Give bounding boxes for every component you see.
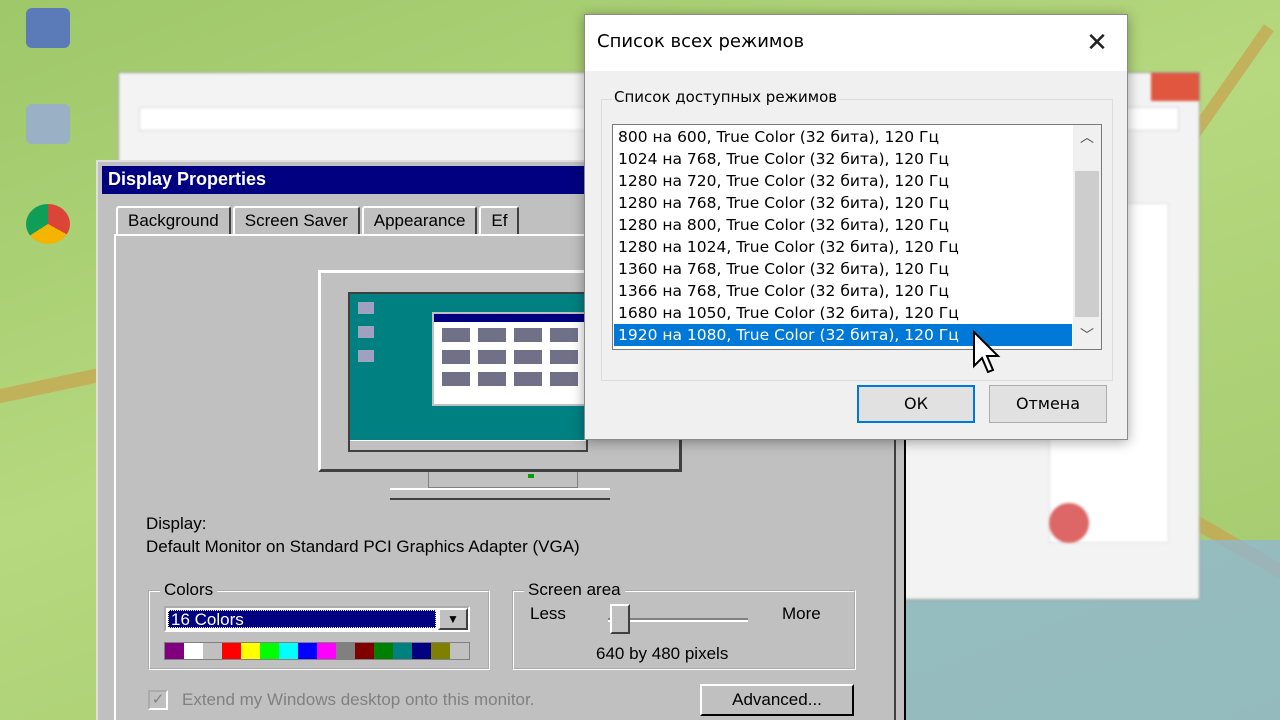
display-value: Default Monitor on Standard PCI Graphics… (146, 537, 580, 556)
tab-effects[interactable]: Ef (479, 206, 520, 234)
screen-area-value: 640 by 480 pixels (596, 644, 729, 663)
mode-list-item[interactable]: 1280 на 800, True Color (32 бита), 120 Г… (614, 214, 1072, 236)
extend-desktop-label: Extend my Windows desktop onto this moni… (182, 690, 535, 709)
dialog-title: Список всех режимов (597, 31, 805, 52)
monitor-power-led (528, 474, 534, 478)
palette-swatch (431, 643, 450, 659)
mode-list-item[interactable]: 1280 на 768, True Color (32 бита), 120 Г… (614, 192, 1072, 214)
cancel-button[interactable]: Отмена (989, 385, 1107, 423)
palette-swatch (165, 643, 184, 659)
scroll-down-icon[interactable]: ﹀ (1073, 325, 1101, 347)
chrome-icon (26, 204, 70, 244)
screen-area-group-label: Screen area (524, 580, 625, 600)
tab-strip: Background Screen Saver Appearance Ef (116, 206, 521, 236)
mode-list-item[interactable]: 800 на 600, True Color (32 бита), 120 Гц (614, 126, 1072, 148)
mode-list-item[interactable]: 1280 на 720, True Color (32 бита), 120 Г… (614, 170, 1072, 192)
mini-desktop-icon (358, 350, 374, 362)
palette-swatch (450, 643, 469, 659)
desktop-icon-chrome[interactable] (8, 204, 88, 244)
close-icon[interactable]: ✕ (1067, 15, 1127, 71)
mini-window (432, 312, 586, 406)
app-logo (1049, 503, 1089, 543)
monitor-screen (348, 292, 588, 452)
color-palette (164, 642, 470, 660)
extend-desktop-checkbox[interactable]: ✓ (148, 690, 168, 710)
chevron-down-icon[interactable]: ▼ (438, 608, 468, 630)
screen-area-slider-thumb[interactable] (610, 604, 630, 634)
mini-desktop-icon (358, 326, 374, 338)
palette-swatch (412, 643, 431, 659)
modes-group: Список доступных режимов 800 на 600, Tru… (601, 88, 1113, 381)
mode-list-dialog: Список всех режимов ✕ Список доступных р… (584, 14, 1128, 440)
mini-window-title (434, 314, 586, 322)
mode-list-item[interactable]: 1366 на 768, True Color (32 бита), 120 Г… (614, 280, 1072, 302)
advanced-button[interactable]: Advanced... (700, 684, 854, 716)
screen-area-less: Less (530, 604, 566, 623)
palette-swatch (393, 643, 412, 659)
mini-icon-grid (434, 322, 586, 392)
colors-select-value: 16 Colors (168, 610, 436, 629)
palette-swatch (203, 643, 222, 659)
colors-group-label: Colors (160, 580, 218, 600)
screen-area-more: More (782, 604, 821, 623)
scroll-up-icon[interactable]: ︿ (1073, 127, 1101, 149)
tab-screen-saver[interactable]: Screen Saver (232, 206, 360, 234)
close-icon (1151, 73, 1199, 101)
palette-swatch (222, 643, 241, 659)
desktop-icon-computer[interactable] (8, 8, 88, 48)
mode-list-item[interactable]: 1280 на 1024, True Color (32 бита), 120 … (614, 236, 1072, 258)
palette-swatch (241, 643, 260, 659)
computer-icon (26, 8, 70, 48)
tab-appearance[interactable]: Appearance (361, 206, 478, 234)
mini-taskbar (350, 440, 586, 450)
mode-list-item[interactable]: 1024 на 768, True Color (32 бита), 120 Г… (614, 148, 1072, 170)
palette-swatch (279, 643, 298, 659)
desktop-icon-recycle-bin[interactable] (8, 104, 88, 144)
palette-swatch (298, 643, 317, 659)
dialog-title-bar: Список всех режимов ✕ (585, 15, 1127, 71)
mode-list-item[interactable]: 1680 на 1050, True Color (32 бита), 120 … (614, 302, 1072, 324)
mini-desktop-icon (358, 302, 374, 314)
scrollbar-thumb[interactable] (1075, 171, 1099, 317)
mode-list-item[interactable]: 1920 на 1080, True Color (32 бита), 120 … (614, 324, 1072, 346)
palette-swatch (355, 643, 374, 659)
monitor-neck (428, 472, 578, 488)
recycle-bin-icon (26, 104, 70, 144)
modes-group-label: Список доступных режимов (612, 88, 840, 106)
modes-list: 800 на 600, True Color (32 бита), 120 Гц… (614, 126, 1072, 346)
palette-swatch (336, 643, 355, 659)
palette-swatch (317, 643, 336, 659)
tab-background[interactable]: Background (116, 206, 231, 234)
mouse-cursor-icon (973, 330, 1001, 374)
palette-swatch (184, 643, 203, 659)
colors-select[interactable]: 16 Colors ▼ (164, 606, 470, 632)
modes-scrollbar[interactable]: ︿ ﹀ (1073, 125, 1101, 349)
display-label: Display: (146, 514, 207, 533)
palette-swatch (374, 643, 393, 659)
mode-list-item[interactable]: 1360 на 768, True Color (32 бита), 120 Г… (614, 258, 1072, 280)
ok-button[interactable]: ОК (857, 385, 975, 423)
modes-listbox[interactable]: 800 на 600, True Color (32 бита), 120 Гц… (612, 124, 1102, 350)
monitor-stand (390, 488, 610, 500)
palette-swatch (260, 643, 279, 659)
